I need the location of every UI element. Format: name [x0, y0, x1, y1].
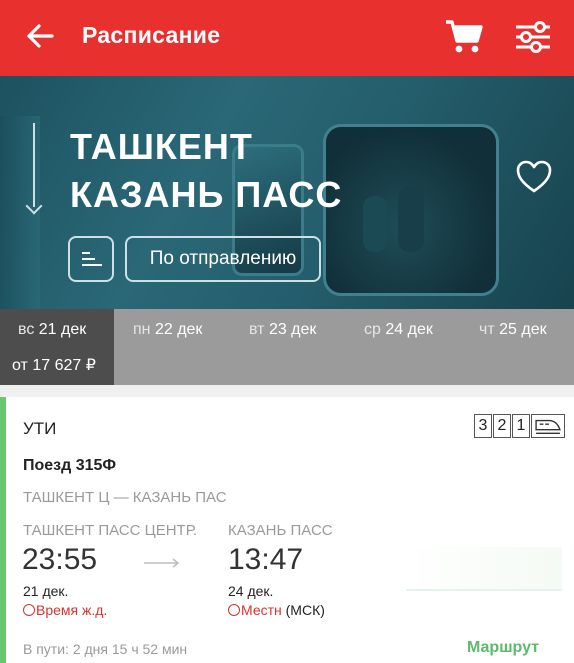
day-date: 23 дек [268, 321, 317, 338]
day-date: 22 дек [154, 321, 203, 338]
class-badge: 3 [474, 414, 492, 438]
train-type-icon [531, 414, 565, 438]
arrival-time: 13:47 [228, 543, 304, 576]
arrival-time-zone: Местн (МСК) [228, 602, 325, 618]
route-link[interactable]: Маршрут [467, 639, 539, 657]
car-classes: 3 2 1 [474, 414, 566, 438]
background-passenger [363, 196, 387, 252]
time-zone-label: Время ж.д. [36, 602, 108, 618]
sort-icon [82, 258, 95, 260]
departure-time-zone: Время ж.д. [23, 602, 107, 618]
day-tab[interactable]: пн 22 дек [114, 309, 229, 385]
day-weekday: чт [479, 321, 495, 338]
background-passenger [398, 186, 424, 252]
price-placeholder [406, 547, 562, 591]
day-tab[interactable]: вт 23 дек [229, 309, 344, 385]
direction-line [33, 123, 35, 207]
departure-time: 23:55 [22, 543, 98, 576]
origin-city: ТАШКЕНТ [70, 126, 253, 167]
day-tab[interactable]: ср 24 дек [344, 309, 459, 385]
train-route: ТАШКЕНТ Ц — КАЗАНЬ ПАС [23, 489, 227, 506]
cart-icon[interactable] [444, 17, 484, 55]
sort-icon [82, 264, 102, 266]
day-tab[interactable]: чт 25 дек [459, 309, 574, 385]
filter-settings-icon[interactable] [514, 19, 552, 55]
sort-by-departure-button[interactable]: По отправлению [125, 236, 321, 282]
day-weekday: пн [133, 321, 151, 338]
arrow-right-icon [144, 558, 180, 568]
class-badge: 1 [512, 414, 530, 438]
route-banner: ТАШКЕНТ КАЗАНЬ ПАСС По отправлению [0, 76, 574, 309]
day-date: 25 дек [499, 321, 547, 338]
time-zone-label: Местн [241, 602, 282, 618]
day-date: 24 дек [385, 321, 433, 338]
day-min-price: от 17 627 ₽ [12, 357, 96, 374]
travel-duration: В пути: 2 дня 15 ч 52 мин [23, 641, 188, 657]
time-zone-msk: (МСК) [281, 602, 325, 618]
day-weekday: ср [364, 321, 381, 338]
day-weekday: вт [249, 321, 265, 338]
day-date: 21 дек [38, 321, 87, 338]
app-bar: Расписание [0, 0, 574, 76]
destination-city: КАЗАНЬ ПАСС [70, 174, 343, 215]
clock-icon [23, 604, 35, 616]
day-tab-selected[interactable]: вс 21 дек от 17 627 ₽ [0, 309, 114, 385]
clock-icon [228, 604, 240, 616]
page-title: Расписание [82, 22, 221, 48]
favorite-heart-icon[interactable] [515, 159, 553, 195]
date-selector: вс 21 дек от 17 627 ₽ пн 22 дек вт 23 де… [0, 309, 574, 385]
train-operator: УТИ [23, 419, 57, 438]
day-weekday: вс [18, 321, 35, 338]
departure-date: 21 дек. [23, 583, 69, 599]
arrival-station: КАЗАНЬ ПАСС [228, 522, 333, 539]
class-badge: 2 [493, 414, 511, 438]
sort-order-button[interactable] [68, 236, 114, 282]
arrival-date: 24 дек. [228, 583, 274, 599]
departure-station: ТАШКЕНТ ПАСС ЦЕНТР. [23, 522, 198, 539]
train-card[interactable]: УТИ 3 2 1 Поезд 315Ф ТАШКЕНТ Ц — КАЗАНЬ … [0, 397, 574, 663]
train-number: Поезд 315Ф [23, 457, 117, 474]
back-arrow-icon[interactable] [24, 20, 56, 52]
sort-icon [82, 252, 90, 254]
